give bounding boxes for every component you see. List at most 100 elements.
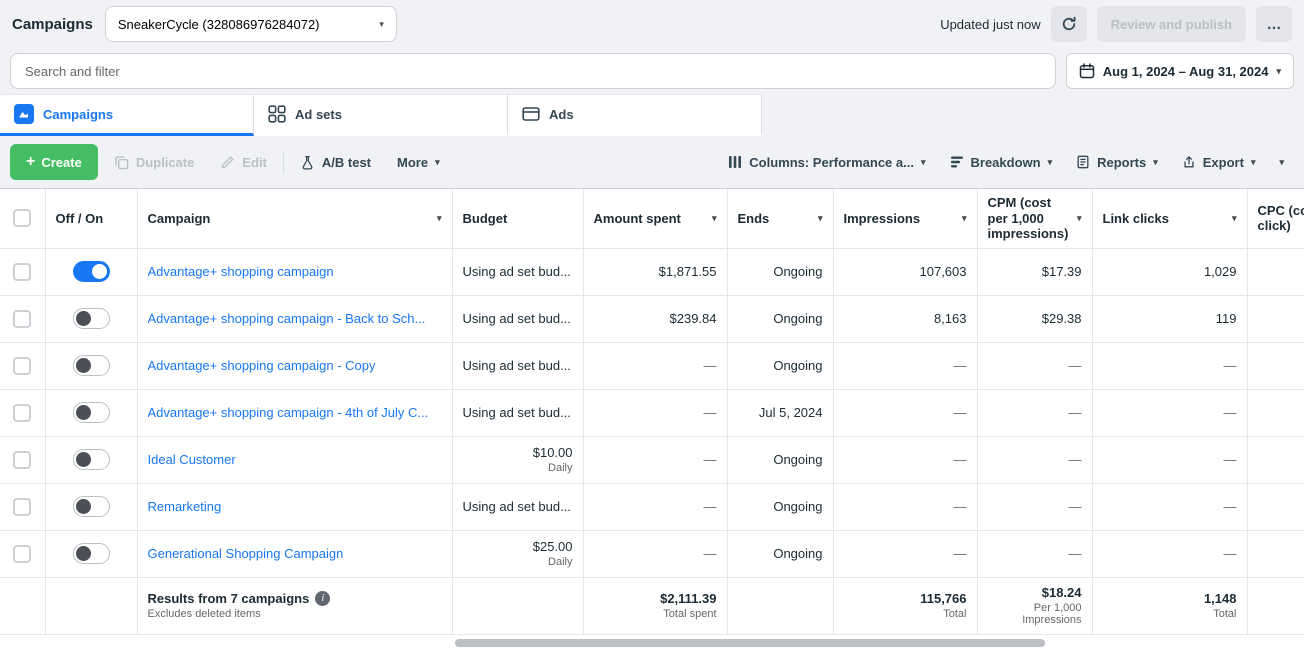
chevron-down-icon: ▾ xyxy=(1276,67,1281,76)
budget-cell: Using ad set bud... xyxy=(452,342,583,389)
row-checkbox[interactable] xyxy=(13,404,31,422)
impressions-cell: — xyxy=(833,389,977,436)
select-all-checkbox[interactable] xyxy=(13,209,31,227)
columns-button[interactable]: Columns: Performance a... ▾ xyxy=(718,144,935,180)
account-selector[interactable]: SneakerCycle (328086976284072) ▾ xyxy=(105,6,397,42)
cpc-cell xyxy=(1247,295,1304,342)
link-clicks-cell: — xyxy=(1092,483,1247,530)
campaign-toggle[interactable] xyxy=(73,355,110,376)
campaign-link[interactable]: Generational Shopping Campaign xyxy=(148,546,442,561)
row-checkbox[interactable] xyxy=(13,263,31,281)
toggle-cell xyxy=(45,436,137,483)
duplicate-button[interactable]: Duplicate xyxy=(104,144,205,180)
campaign-toggle[interactable] xyxy=(73,496,110,517)
col-header-cpc[interactable]: CPC (cost per link click) xyxy=(1247,189,1304,248)
reports-icon xyxy=(1076,155,1090,169)
budget-cell: $10.00Daily xyxy=(452,436,583,483)
row-checkbox[interactable] xyxy=(13,545,31,563)
ads-icon xyxy=(522,105,540,123)
cpm-cell: — xyxy=(977,436,1092,483)
campaign-link[interactable]: Advantage+ shopping campaign - 4th of Ju… xyxy=(148,405,442,420)
ends-cell: Ongoing xyxy=(727,530,833,577)
budget-cell: $25.00Daily xyxy=(452,530,583,577)
breakdown-button[interactable]: Breakdown ▾ xyxy=(940,144,1063,180)
refresh-icon xyxy=(1061,16,1077,32)
ends-cell: Ongoing xyxy=(727,483,833,530)
campaign-link[interactable]: Remarketing xyxy=(148,499,442,514)
campaign-cell: Advantage+ shopping campaign - Copy xyxy=(137,342,452,389)
toggle-knob xyxy=(76,311,91,326)
updated-status: Updated just now xyxy=(940,17,1040,32)
chevron-down-icon: ▾ xyxy=(379,20,384,29)
refresh-button[interactable] xyxy=(1051,6,1087,42)
ends-cell: Ongoing xyxy=(727,295,833,342)
impressions-cell: 107,603 xyxy=(833,248,977,295)
col-header-budget[interactable]: Budget xyxy=(452,189,583,248)
tab-ad-sets[interactable]: Ad sets xyxy=(254,94,508,136)
impressions-cell: — xyxy=(833,342,977,389)
toggle-cell xyxy=(45,483,137,530)
campaign-link[interactable]: Advantage+ shopping campaign xyxy=(148,264,442,279)
ends-cell: Ongoing xyxy=(727,342,833,389)
row-checkbox[interactable] xyxy=(13,498,31,516)
scrollbar-thumb[interactable] xyxy=(455,639,1045,647)
budget-cell: Using ad set bud... xyxy=(452,483,583,530)
campaign-link[interactable]: Advantage+ shopping campaign - Copy xyxy=(148,358,442,373)
info-icon[interactable]: i xyxy=(315,591,330,606)
ab-test-button[interactable]: A/B test xyxy=(290,144,381,180)
cpc-cell xyxy=(1247,248,1304,295)
col-header-off-on[interactable]: Off / On xyxy=(45,189,137,248)
cpc-cell xyxy=(1247,530,1304,577)
col-header-link-clicks[interactable]: Link clicks▾ xyxy=(1092,189,1247,248)
export-icon xyxy=(1182,155,1196,169)
reports-button[interactable]: Reports ▾ xyxy=(1066,144,1168,180)
review-and-publish-button[interactable]: Review and publish xyxy=(1097,6,1246,42)
campaign-toggle[interactable] xyxy=(73,449,110,470)
cpm-cell: $29.38 xyxy=(977,295,1092,342)
sort-caret-icon: ▾ xyxy=(962,214,967,223)
row-checkbox[interactable] xyxy=(13,310,31,328)
export-button[interactable]: Export ▾ xyxy=(1172,144,1266,180)
tab-ads[interactable]: Ads xyxy=(508,94,762,136)
col-header-campaign[interactable]: Campaign▾ xyxy=(137,189,452,248)
row-select-cell xyxy=(0,295,45,342)
total-link-clicks-cell: 1,148 Total xyxy=(1092,577,1247,634)
link-clicks-cell: — xyxy=(1092,389,1247,436)
tab-campaigns[interactable]: Campaigns xyxy=(0,94,254,136)
sort-caret-icon: ▾ xyxy=(437,214,442,223)
campaign-link[interactable]: Ideal Customer xyxy=(148,452,442,467)
more-options-button[interactable]: … xyxy=(1256,6,1292,42)
col-header-cpm[interactable]: CPM (cost per 1,000 impressions)▾ xyxy=(977,189,1092,248)
action-toolbar: + Create Duplicate Edit A/B test More ▾ … xyxy=(0,136,1304,188)
campaign-toggle[interactable] xyxy=(73,261,110,282)
col-header-impressions[interactable]: Impressions▾ xyxy=(833,189,977,248)
col-header-ends[interactable]: Ends▾ xyxy=(727,189,833,248)
date-range-picker[interactable]: Aug 1, 2024 – Aug 31, 2024 ▾ xyxy=(1066,53,1294,89)
duplicate-icon xyxy=(114,155,129,170)
col-header-amount-spent[interactable]: Amount spent▾ xyxy=(583,189,727,248)
row-select-cell xyxy=(0,436,45,483)
toolbar-overflow-dropdown[interactable]: ▾ xyxy=(1269,144,1294,180)
budget-cell: Using ad set bud... xyxy=(452,389,583,436)
campaign-link[interactable]: Advantage+ shopping campaign - Back to S… xyxy=(148,311,442,326)
impressions-cell: — xyxy=(833,436,977,483)
chevron-down-icon: ▾ xyxy=(1279,158,1284,167)
more-button[interactable]: More ▾ xyxy=(387,144,450,180)
toggle-knob xyxy=(76,546,91,561)
edit-button[interactable]: Edit xyxy=(210,144,277,180)
campaigns-icon xyxy=(14,104,34,124)
campaign-toggle[interactable] xyxy=(73,308,110,329)
horizontal-scrollbar xyxy=(0,635,1304,651)
campaign-toggle[interactable] xyxy=(73,543,110,564)
create-button[interactable]: + Create xyxy=(10,144,98,180)
total-amount-spent-cell: $2,111.39 Total spent xyxy=(583,577,727,634)
link-clicks-cell: 1,029 xyxy=(1092,248,1247,295)
row-checkbox[interactable] xyxy=(13,357,31,375)
campaign-cell: Advantage+ shopping campaign - Back to S… xyxy=(137,295,452,342)
row-checkbox[interactable] xyxy=(13,451,31,469)
toggle-cell xyxy=(45,389,137,436)
search-input[interactable] xyxy=(10,53,1056,89)
campaign-toggle[interactable] xyxy=(73,402,110,423)
toggle-cell xyxy=(45,248,137,295)
select-all-cell xyxy=(0,189,45,248)
